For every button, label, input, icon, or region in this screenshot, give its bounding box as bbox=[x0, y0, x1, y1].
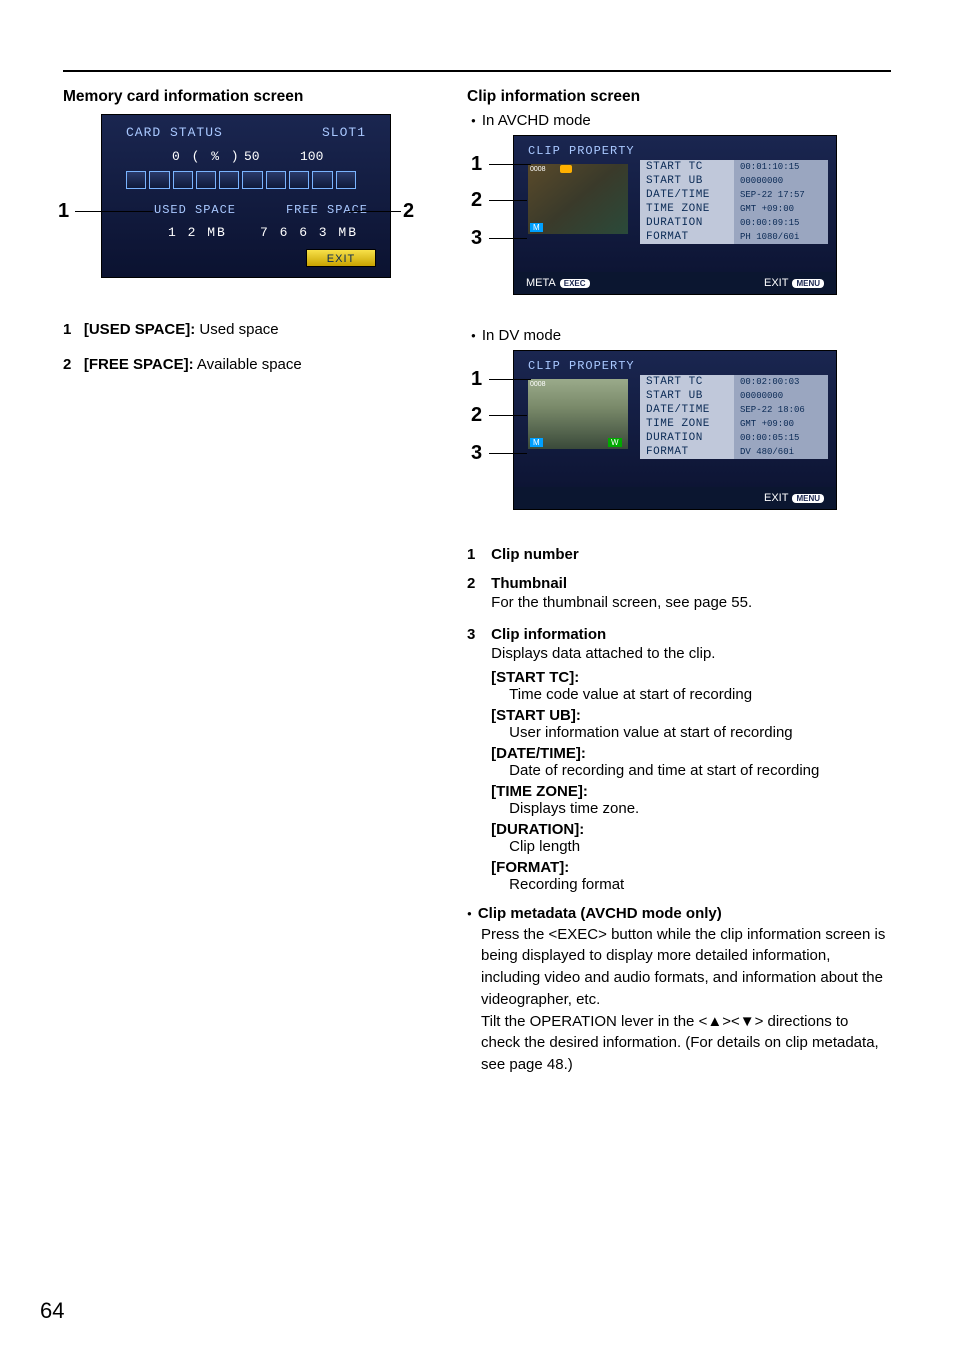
list-item: 3 Clip information Displays data attache… bbox=[467, 626, 891, 893]
format-key: [FORMAT]: bbox=[491, 859, 881, 876]
used-space-value: 1 2 MB bbox=[168, 225, 227, 240]
leader-line bbox=[75, 211, 153, 212]
percent-100: 100 bbox=[300, 149, 323, 164]
duration-key: [DURATION]: bbox=[491, 821, 881, 838]
exit-button[interactable]: EXITMENU bbox=[764, 277, 824, 289]
free-space-value: 7 6 6 3 MB bbox=[260, 225, 358, 240]
slot-label: SLOT1 bbox=[322, 125, 366, 140]
duration-val: Clip length bbox=[509, 838, 881, 855]
mark-m-icon: M bbox=[530, 438, 543, 447]
clip-metadata-text-1: Press the <EXEC> button while the clip i… bbox=[481, 924, 891, 1011]
down-arrow-icon: ▼ bbox=[740, 1013, 755, 1030]
clip-info-heading: Clip information screen bbox=[467, 88, 891, 106]
clip-property-screenshot: CLIP PROPERTY 0008 M W START TC00:02:00:… bbox=[513, 350, 837, 510]
clip-property-title: CLIP PROPERTY bbox=[528, 359, 635, 373]
up-arrow-icon: ▲ bbox=[707, 1013, 722, 1030]
mark-w-icon: W bbox=[608, 438, 622, 447]
horizontal-rule bbox=[63, 70, 891, 72]
page-number: 64 bbox=[40, 1298, 64, 1324]
percent-50: 50 bbox=[244, 149, 260, 164]
used-space-label: USED SPACE bbox=[154, 203, 236, 217]
usage-bar bbox=[126, 171, 356, 189]
leader-line bbox=[348, 211, 401, 212]
callout-1: 1 bbox=[471, 153, 482, 176]
clip-property-screenshot: CLIP PROPERTY 0008 M START TC00:01:10:15… bbox=[513, 135, 837, 295]
callout-1: 1 bbox=[471, 368, 482, 391]
memory-card-heading: Memory card information screen bbox=[63, 88, 463, 106]
memory-card-figure: CARD STATUS SLOT1 0 ( % ) 50 100 USED SP… bbox=[63, 114, 463, 294]
card-status-label: CARD STATUS bbox=[126, 125, 223, 140]
percent-label: 0 ( % ) bbox=[172, 149, 241, 164]
time-zone-key: [TIME ZONE]: bbox=[491, 783, 881, 800]
mark-m-icon: M bbox=[530, 223, 543, 232]
start-tc-key: [START TC]: bbox=[491, 669, 881, 686]
avchd-mode-label: In AVCHD mode bbox=[471, 112, 891, 129]
start-ub-key: [START UB]: bbox=[491, 707, 881, 724]
list-item: 1 Clip number bbox=[467, 546, 891, 563]
list-item: 1 [USED SPACE]: Used space bbox=[63, 319, 463, 340]
clip-property-title: CLIP PROPERTY bbox=[528, 144, 635, 158]
callout-3: 3 bbox=[471, 227, 482, 250]
dv-mode-label: In DV mode bbox=[471, 327, 891, 344]
exit-button[interactable]: EXIT bbox=[306, 249, 376, 267]
format-val: Recording format bbox=[509, 876, 881, 893]
date-time-val: Date of recording and time at start of r… bbox=[509, 762, 881, 779]
memory-card-screenshot: CARD STATUS SLOT1 0 ( % ) 50 100 USED SP… bbox=[101, 114, 391, 278]
clip-number-tag: 0008 bbox=[530, 381, 546, 388]
free-space-label: FREE SPACE bbox=[286, 203, 368, 217]
time-zone-val: Displays time zone. bbox=[509, 800, 881, 817]
date-time-key: [DATE/TIME]: bbox=[491, 745, 881, 762]
clip-figure-avchd: CLIP PROPERTY 0008 M START TC00:01:10:15… bbox=[467, 135, 891, 313]
list-item: 2 [FREE SPACE]: Available space bbox=[63, 354, 463, 375]
start-tc-val: Time code value at start of recording bbox=[509, 686, 881, 703]
list-item: 2 Thumbnail For the thumbnail screen, se… bbox=[467, 575, 891, 614]
protect-icon bbox=[560, 165, 572, 173]
callout-1: 1 bbox=[58, 200, 69, 223]
clip-footer: METAEXEC EXITMENU bbox=[514, 272, 836, 294]
callout-3: 3 bbox=[471, 442, 482, 465]
meta-button[interactable]: METAEXEC bbox=[526, 277, 590, 289]
callout-2: 2 bbox=[403, 200, 414, 223]
clip-footer: EXITMENU bbox=[514, 487, 836, 509]
callout-2: 2 bbox=[471, 404, 482, 427]
callout-2: 2 bbox=[471, 189, 482, 212]
clip-metadata-heading: Clip metadata (AVCHD mode only) bbox=[467, 905, 891, 922]
clip-number-tag: 0008 bbox=[530, 166, 546, 173]
clip-property-table: START TC00:01:10:15 START UB00000000 DAT… bbox=[640, 160, 828, 244]
clip-thumbnail: 0008 M bbox=[528, 164, 628, 234]
exit-button[interactable]: EXITMENU bbox=[764, 492, 824, 504]
clip-property-table: START TC00:02:00:03 START UB00000000 DAT… bbox=[640, 375, 828, 459]
clip-thumbnail: 0008 M W bbox=[528, 379, 628, 449]
clip-metadata-text-2: Tilt the OPERATION lever in the <▲><▼> d… bbox=[481, 1011, 891, 1076]
start-ub-val: User information value at start of recor… bbox=[509, 724, 881, 741]
clip-figure-dv: CLIP PROPERTY 0008 M W START TC00:02:00:… bbox=[467, 350, 891, 528]
